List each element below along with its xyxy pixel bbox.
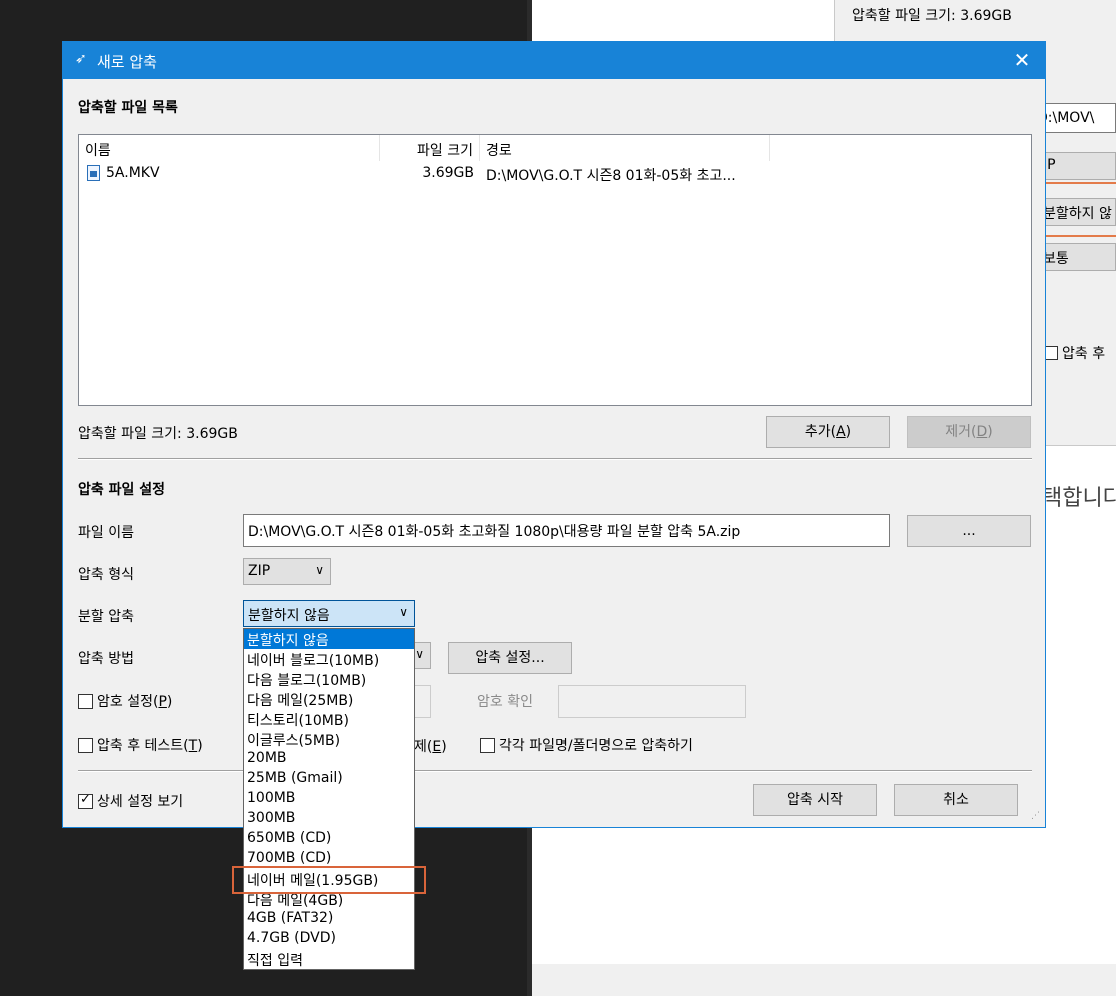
background-size-text: 압축할 파일 크기: 3.69GB xyxy=(852,8,1012,24)
browse-button[interactable]: ... xyxy=(907,515,1031,547)
password-label-end: ) xyxy=(166,694,173,710)
split-option[interactable]: 이글루스(5MB) xyxy=(244,729,414,749)
password-confirm-input[interactable] xyxy=(558,685,746,718)
column-header-name[interactable]: 이름 xyxy=(79,135,380,161)
highlight-annotation xyxy=(232,866,426,894)
column-header-size[interactable]: 파일 크기 xyxy=(380,135,480,161)
split-option[interactable]: 다음 메일(25MB) xyxy=(244,689,414,709)
password-confirm-label: 암호 확인 xyxy=(477,694,533,710)
checkbox-icon xyxy=(78,738,93,753)
file-list-heading: 압축할 파일 목록 xyxy=(78,100,178,116)
split-value: 분할하지 않음 xyxy=(248,608,330,624)
test-label: 압축 후 테스트( xyxy=(97,738,189,754)
test-label-end: ) xyxy=(197,738,203,754)
split-option[interactable]: 다음 블로그(10MB) xyxy=(244,669,414,689)
filename-label: 파일 이름 xyxy=(78,525,134,541)
background-highlight-line-top xyxy=(1036,182,1116,184)
checkbox-icon xyxy=(480,738,495,753)
chevron-down-icon: ∨ xyxy=(315,563,324,577)
method-label: 압축 방법 xyxy=(78,651,134,667)
total-size-label: 압축할 파일 크기: 3.69GB xyxy=(78,426,238,442)
app-icon: ➶ xyxy=(75,51,87,67)
split-option[interactable]: 분할하지 않음 xyxy=(244,629,414,649)
file-list[interactable]: 이름 파일 크기 경로 5A.MKV 3.69GB D:\MOV\G.O.T 시… xyxy=(78,134,1032,406)
column-header-path[interactable]: 경로 xyxy=(480,135,770,161)
password-key: P xyxy=(158,694,167,710)
split-option[interactable]: 25MB (Gmail) xyxy=(244,769,414,789)
split-option[interactable]: 4.7GB (DVD) xyxy=(244,929,414,949)
start-compress-button[interactable]: 압축 시작 xyxy=(753,784,877,816)
detail-label: 상세 설정 보기 xyxy=(97,794,184,810)
split-option[interactable]: 4GB (FAT32) xyxy=(244,909,414,929)
file-name: 5A.MKV xyxy=(106,165,160,181)
each-file-label: 각각 파일명/폴더명으로 압축하기 xyxy=(499,738,693,754)
background-method-combo[interactable]: 보통 xyxy=(1036,243,1116,271)
split-option[interactable]: 네이버 블로그(10MB) xyxy=(244,649,414,669)
title-bar[interactable]: ➶ 새로 압축 ✕ xyxy=(63,42,1045,79)
add-button[interactable]: 추가(A) xyxy=(766,416,890,448)
checkbox-icon xyxy=(78,694,93,709)
file-list-header: 이름 파일 크기 경로 xyxy=(79,135,1031,161)
background-test-label: 압축 후 xyxy=(1062,346,1106,362)
close-icon: ✕ xyxy=(1013,48,1031,72)
remove-button[interactable]: 제거(D) xyxy=(907,416,1031,448)
each-file-checkbox[interactable]: 각각 파일명/폴더명으로 압축하기 xyxy=(480,735,693,755)
add-button-end: ) xyxy=(845,424,852,440)
background-large-text: 택합니다 xyxy=(1042,486,1116,511)
background-highlight-line-bottom xyxy=(1036,235,1116,237)
password-label: 암호 설정( xyxy=(97,694,159,710)
dialog-title: 새로 압축 xyxy=(97,53,157,71)
remove-button-key: D xyxy=(976,424,988,440)
delete-label: 제( xyxy=(414,739,433,755)
file-path: D:\MOV\G.O.T 시즌8 01화-05화 초고... xyxy=(486,168,736,184)
separator xyxy=(78,458,1032,460)
format-select[interactable]: ZIP ∨ xyxy=(243,558,331,585)
detail-settings-checkbox[interactable]: 상세 설정 보기 xyxy=(78,791,183,811)
background-split-combo[interactable]: 분할하지 않 xyxy=(1036,198,1116,226)
format-value: ZIP xyxy=(248,563,271,579)
split-options-dropdown[interactable]: 분할하지 않음 네이버 블로그(10MB) 다음 블로그(10MB) 다음 메일(25… xyxy=(243,628,415,970)
file-size: 3.69GB xyxy=(422,165,474,181)
add-button-label: 추가( xyxy=(804,424,837,440)
remove-button-end: ) xyxy=(987,424,993,440)
test-after-checkbox[interactable]: 압축 후 테스트(T) xyxy=(78,735,203,755)
split-label: 분할 압축 xyxy=(78,609,134,625)
background-test-checkbox[interactable]: 압축 후 xyxy=(1044,343,1105,363)
checkbox-icon xyxy=(1044,346,1058,360)
chevron-down-icon: ∨ xyxy=(415,647,424,661)
format-label: 압축 형식 xyxy=(78,567,134,583)
split-option[interactable]: 20MB xyxy=(244,749,414,769)
delete-after-label[interactable]: 제(E) xyxy=(414,736,447,756)
file-row[interactable]: 5A.MKV 3.69GB D:\MOV\G.O.T 시즌8 01화-05화 초… xyxy=(79,162,1031,186)
close-button[interactable]: ✕ xyxy=(999,42,1045,79)
compress-settings-button[interactable]: 압축 설정... xyxy=(448,642,572,674)
background-format-combo[interactable]: IP xyxy=(1036,152,1116,180)
separator xyxy=(78,770,1032,772)
filename-input[interactable]: D:\MOV\G.O.T 시즌8 01화-05화 초고화질 1080p\대용량 … xyxy=(243,514,890,547)
test-key: T xyxy=(188,738,198,754)
split-option[interactable]: 직접 입력 xyxy=(244,949,414,969)
new-compress-dialog: ➶ 새로 압축 ✕ 압축할 파일 목록 이름 파일 크기 경로 5A.MKV 3… xyxy=(62,41,1046,828)
cancel-button[interactable]: 취소 xyxy=(894,784,1018,816)
split-option[interactable]: 650MB (CD) xyxy=(244,829,414,849)
remove-button-label: 제거( xyxy=(945,424,977,440)
split-select[interactable]: 분할하지 않음 ∨ xyxy=(243,600,415,627)
split-option[interactable]: 300MB xyxy=(244,809,414,829)
add-button-key: A xyxy=(836,424,846,440)
checkbox-icon xyxy=(78,792,93,809)
delete-key: E xyxy=(432,739,442,755)
media-file-icon xyxy=(87,165,100,181)
settings-heading: 압축 파일 설정 xyxy=(78,482,166,498)
password-checkbox[interactable]: 암호 설정(P) xyxy=(78,691,172,711)
split-option[interactable]: 100MB xyxy=(244,789,414,809)
chevron-down-icon: ∨ xyxy=(399,605,408,619)
resize-grip-icon[interactable]: ⋰ xyxy=(1031,812,1043,825)
background-bottom-bar xyxy=(532,964,1116,996)
background-path-field[interactable]: D:\MOV\ xyxy=(1036,103,1116,133)
delete-label-end: ) xyxy=(441,739,447,755)
split-option[interactable]: 티스토리(10MB) xyxy=(244,709,414,729)
